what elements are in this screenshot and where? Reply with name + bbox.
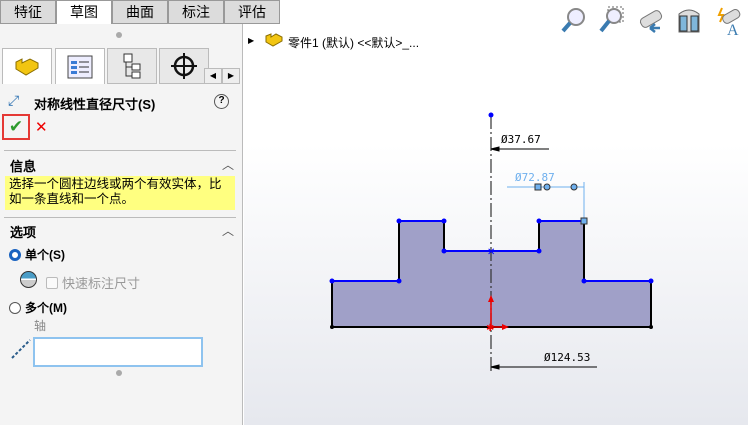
dimension-d1[interactable]: Ø37.67 bbox=[501, 133, 541, 146]
command-manager-tabs: 特征 草图 曲面 标注 评估 bbox=[0, 0, 280, 24]
tab-evaluate[interactable]: 评估 bbox=[224, 0, 280, 24]
help-button[interactable]: ? bbox=[214, 94, 229, 109]
graphics-area[interactable] bbox=[244, 24, 748, 425]
tree-icon bbox=[123, 53, 141, 79]
tab-surfaces[interactable]: 曲面 bbox=[112, 0, 168, 24]
quick-dimension-icon bbox=[20, 271, 37, 288]
panel-resize-handle[interactable] bbox=[116, 32, 122, 38]
part-icon bbox=[15, 57, 39, 76]
info-message: 选择一个圆柱边线或两个有效实体，比如一条直线和一个点。 bbox=[5, 176, 235, 210]
heads-up-toolbar: A bbox=[560, 6, 742, 36]
view-orientation-icon[interactable]: A bbox=[714, 6, 742, 36]
scroll-left-button[interactable]: ◀ bbox=[204, 68, 222, 84]
info-section-header[interactable]: 信息 bbox=[10, 156, 36, 175]
radio-on bbox=[9, 248, 21, 261]
part-icon bbox=[265, 33, 283, 47]
dimension-tool-icon: ⤢ bbox=[8, 92, 20, 108]
dimxpert-tab[interactable] bbox=[159, 48, 209, 84]
checkbox bbox=[46, 276, 58, 289]
scroll-right-button[interactable]: ▶ bbox=[222, 68, 240, 84]
tab-markup[interactable]: 标注 bbox=[168, 0, 224, 24]
expand-tree-arrow[interactable]: ▶ bbox=[248, 36, 254, 45]
options-section-header[interactable]: 选项 bbox=[10, 222, 36, 241]
collapse-info-icon[interactable]: ︿ bbox=[222, 156, 234, 173]
single-label: 单个(S) bbox=[25, 248, 65, 262]
previous-view-icon[interactable] bbox=[636, 6, 664, 34]
feature-manager-tab[interactable] bbox=[2, 48, 52, 84]
multiple-label: 多个(M) bbox=[25, 301, 67, 315]
property-manager: ◀ ▶ ⤢ 对称线性直径尺寸(S) ? ✔ ✕ 信息 ︿ 选择一个圆柱边线或两个… bbox=[0, 24, 243, 425]
dimension-d2[interactable]: Ø72.87 bbox=[515, 171, 555, 184]
zoom-to-area-icon[interactable] bbox=[598, 6, 624, 34]
radio-off bbox=[9, 301, 21, 314]
property-manager-tab[interactable] bbox=[55, 48, 105, 84]
panel-bottom-handle[interactable] bbox=[116, 370, 122, 376]
tab-features[interactable]: 特征 bbox=[0, 0, 56, 24]
tab-sketch[interactable]: 草图 bbox=[56, 0, 112, 24]
ok-button[interactable]: ✔ bbox=[2, 114, 30, 140]
configuration-manager-tab[interactable] bbox=[107, 48, 157, 84]
quick-dimension-checkbox[interactable]: 快速标注尺寸 bbox=[46, 273, 140, 292]
section-view-icon[interactable] bbox=[676, 6, 702, 34]
panel-title: 对称线性直径尺寸(S) bbox=[34, 97, 156, 112]
axis-selection-box[interactable] bbox=[33, 337, 203, 367]
collapse-options-icon[interactable]: ︿ bbox=[222, 222, 234, 239]
property-list-icon bbox=[67, 55, 93, 78]
quick-dim-label: 快速标注尺寸 bbox=[62, 276, 141, 291]
single-radio[interactable]: 单个(S) bbox=[9, 246, 65, 263]
axis-label: 轴 bbox=[34, 319, 47, 333]
axis-line-icon bbox=[11, 339, 31, 359]
zoom-to-fit-icon[interactable] bbox=[560, 6, 586, 34]
dimension-d3[interactable]: Ø124.53 bbox=[544, 351, 590, 364]
feature-tree-part[interactable]: 零件1 (默认) <<默认>_... bbox=[288, 34, 419, 51]
svg-text:A: A bbox=[727, 22, 739, 36]
multiple-radio[interactable]: 多个(M) bbox=[9, 299, 67, 316]
crosshair-icon bbox=[171, 53, 197, 79]
cancel-button[interactable]: ✕ bbox=[35, 118, 48, 136]
